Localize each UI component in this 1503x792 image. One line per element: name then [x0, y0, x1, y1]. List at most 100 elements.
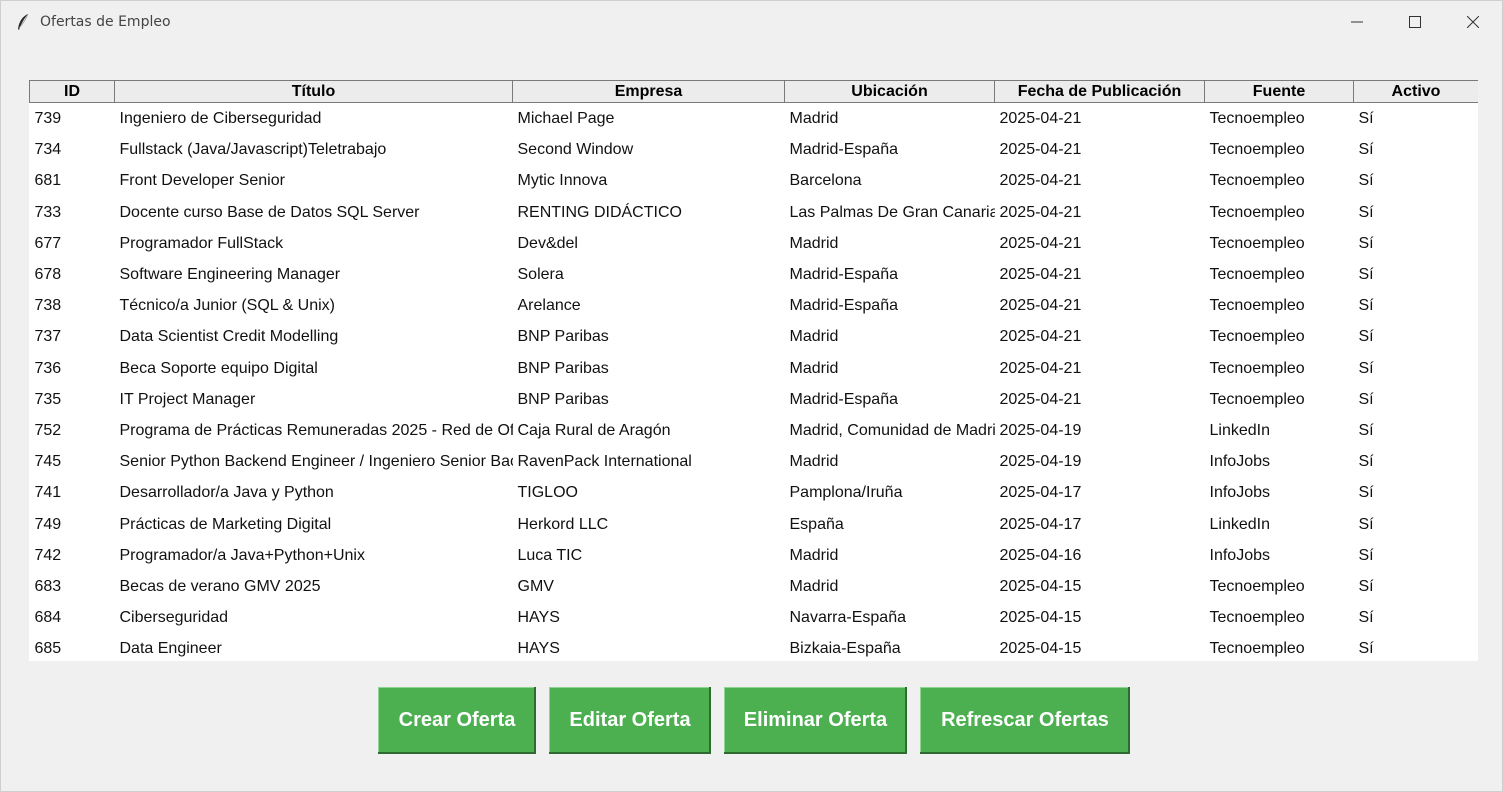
table-row[interactable]: 745 Senior Python Backend Engineer / Inge…	[30, 446, 1479, 477]
cell-date: 2025-04-21	[999, 234, 1082, 252]
delete-offer-button[interactable]: Eliminar Oferta	[724, 687, 907, 754]
minimize-button[interactable]	[1328, 1, 1386, 43]
cell-title: Prácticas de Marketing Digital	[119, 515, 332, 533]
cell-location: Navarra-España	[789, 609, 907, 627]
cell-id: 735	[34, 390, 62, 408]
app-window: Ofertas de Empleo ID Título Empresa Ubic…	[0, 0, 1503, 792]
cell-id: 741	[34, 484, 62, 502]
cell-date: 2025-04-21	[999, 297, 1082, 315]
cell-date: 2025-04-21	[999, 110, 1082, 128]
table-row[interactable]: 684 Ciberseguridad HAYS Navarra-España 2025-…	[30, 602, 1479, 633]
edit-offer-button[interactable]: Editar Oferta	[549, 687, 711, 754]
table-row[interactable]: 736 Beca Soporte equipo Digital BNP Pariba…	[30, 353, 1479, 384]
table-row[interactable]: 733 Docente curso Base de Datos SQL Serve…	[30, 197, 1479, 228]
cell-active: Sí	[1358, 110, 1374, 128]
column-header-date[interactable]: Fecha de Publicación	[994, 80, 1205, 103]
cell-title: Beca Soporte equipo Digital	[119, 359, 318, 377]
create-offer-button[interactable]: Crear Oferta	[378, 687, 536, 754]
cell-active: Sí	[1358, 515, 1374, 533]
cell-title: Programa de Prácticas Remuneradas 2025 -…	[119, 421, 513, 439]
cell-company: Michael Page	[517, 110, 615, 128]
table-row[interactable]: 683 Becas de verano GMV 2025 GMV Madrid 2025…	[30, 571, 1479, 602]
table-row[interactable]: 741 Desarrollador/a Java y Python TIGLOO Pa…	[30, 477, 1479, 508]
table-row[interactable]: 734 Fullstack (Java/Javascript)Teletrabaj…	[30, 134, 1479, 165]
cell-title: Fullstack (Java/Javascript)Teletrabajo	[119, 141, 387, 159]
cell-location: Madrid, Comunidad de Madrid	[789, 421, 995, 439]
cell-company: Luca TIC	[517, 546, 583, 564]
title-bar[interactable]: Ofertas de Empleo	[1, 1, 1502, 43]
offers-table-container[interactable]: ID Título Empresa Ubicación Fecha de Pub…	[29, 80, 1478, 661]
column-header-id[interactable]: ID	[29, 80, 115, 103]
cell-company: Caja Rural de Aragón	[517, 421, 671, 439]
cell-company: Second Window	[517, 141, 634, 159]
cell-title: Senior Python Backend Engineer / Ingenie…	[119, 453, 513, 471]
cell-active: Sí	[1358, 609, 1374, 627]
cell-title: Docente curso Base de Datos SQL Server	[119, 203, 420, 221]
close-icon	[1467, 16, 1479, 28]
cell-source: LinkedIn	[1209, 421, 1271, 439]
cell-date: 2025-04-19	[999, 453, 1082, 471]
table-row[interactable]: 738 Técnico/a Junior (SQL & Unix) Arelance…	[30, 290, 1479, 321]
cell-id: 736	[34, 359, 62, 377]
cell-source: Tecnoempleo	[1209, 110, 1305, 128]
column-header-company[interactable]: Empresa	[512, 80, 785, 103]
action-bar: Crear Oferta Editar Oferta Eliminar Ofer…	[1, 687, 1502, 755]
cell-date: 2025-04-21	[999, 172, 1082, 190]
cell-id: 752	[34, 421, 62, 439]
cell-location: Madrid	[789, 234, 839, 252]
cell-id: 683	[34, 577, 62, 595]
cell-active: Sí	[1358, 390, 1374, 408]
cell-active: Sí	[1358, 546, 1374, 564]
close-button[interactable]	[1444, 1, 1502, 43]
table-row[interactable]: 752 Programa de Prácticas Remuneradas 202…	[30, 415, 1479, 446]
cell-title: Front Developer Senior	[119, 172, 285, 190]
table-row[interactable]: 737 Data Scientist Credit Modelling BNP Pa…	[30, 321, 1479, 352]
cell-date: 2025-04-21	[999, 266, 1082, 284]
cell-location: España	[789, 515, 844, 533]
cell-title: Ingeniero de Ciberseguridad	[119, 110, 322, 128]
cell-source: Tecnoempleo	[1209, 640, 1305, 658]
column-header-title[interactable]: Título	[114, 80, 513, 103]
cell-active: Sí	[1358, 297, 1374, 315]
column-header-source[interactable]: Fuente	[1204, 80, 1354, 103]
cell-source: Tecnoempleo	[1209, 141, 1305, 159]
cell-date: 2025-04-16	[999, 546, 1082, 564]
cell-location: Las Palmas De Gran Canaria	[789, 203, 995, 221]
table-row[interactable]: 742 Programador/a Java+Python+Unix Luca TI…	[30, 540, 1479, 571]
cell-title: IT Project Manager	[119, 390, 256, 408]
cell-title: Ciberseguridad	[119, 609, 229, 627]
column-header-location[interactable]: Ubicación	[784, 80, 995, 103]
cell-title: Programador/a Java+Python+Unix	[119, 546, 365, 564]
cell-source: InfoJobs	[1209, 484, 1270, 502]
cell-id: 677	[34, 234, 62, 252]
cell-source: Tecnoempleo	[1209, 577, 1305, 595]
maximize-icon	[1409, 16, 1421, 28]
refresh-offers-button[interactable]: Refrescar Ofertas	[920, 687, 1130, 754]
maximize-button[interactable]	[1386, 1, 1444, 43]
cell-id: 738	[34, 297, 62, 315]
cell-date: 2025-04-21	[999, 141, 1082, 159]
cell-company: TIGLOO	[517, 484, 578, 502]
cell-location: Madrid-España	[789, 390, 899, 408]
cell-title: Software Engineering Manager	[119, 266, 341, 284]
cell-company: Dev&del	[517, 234, 578, 252]
cell-id: 737	[34, 328, 62, 346]
table-row[interactable]: 677 Programador FullStack Dev&del Madrid 202…	[30, 228, 1479, 259]
cell-location: Madrid	[789, 359, 839, 377]
column-header-active[interactable]: Activo	[1353, 80, 1478, 103]
table-row[interactable]: 678 Software Engineering Manager Solera Mad…	[30, 259, 1479, 290]
table-header-row: ID Título Empresa Ubicación Fecha de Pub…	[29, 80, 1478, 103]
cell-location: Madrid-España	[789, 297, 899, 315]
cell-date: 2025-04-19	[999, 421, 1082, 439]
minimize-icon	[1351, 21, 1363, 23]
cell-source: Tecnoempleo	[1209, 172, 1305, 190]
table-row[interactable]: 685 Data Engineer HAYS Bizkaia-España 2025-0…	[30, 633, 1479, 661]
cell-company: Arelance	[517, 297, 581, 315]
table-row[interactable]: 681 Front Developer Senior Mytic Innova Bar…	[30, 165, 1479, 196]
table-row[interactable]: 749 Prácticas de Marketing Digital Herkord…	[30, 508, 1479, 539]
cell-active: Sí	[1358, 484, 1374, 502]
cell-date: 2025-04-21	[999, 359, 1082, 377]
cell-company: BNP Paribas	[517, 328, 609, 346]
table-row[interactable]: 739 Ingeniero de Ciberseguridad Michael Pa…	[30, 103, 1479, 135]
table-row[interactable]: 735 IT Project Manager BNP Paribas Madrid-E…	[30, 384, 1479, 415]
